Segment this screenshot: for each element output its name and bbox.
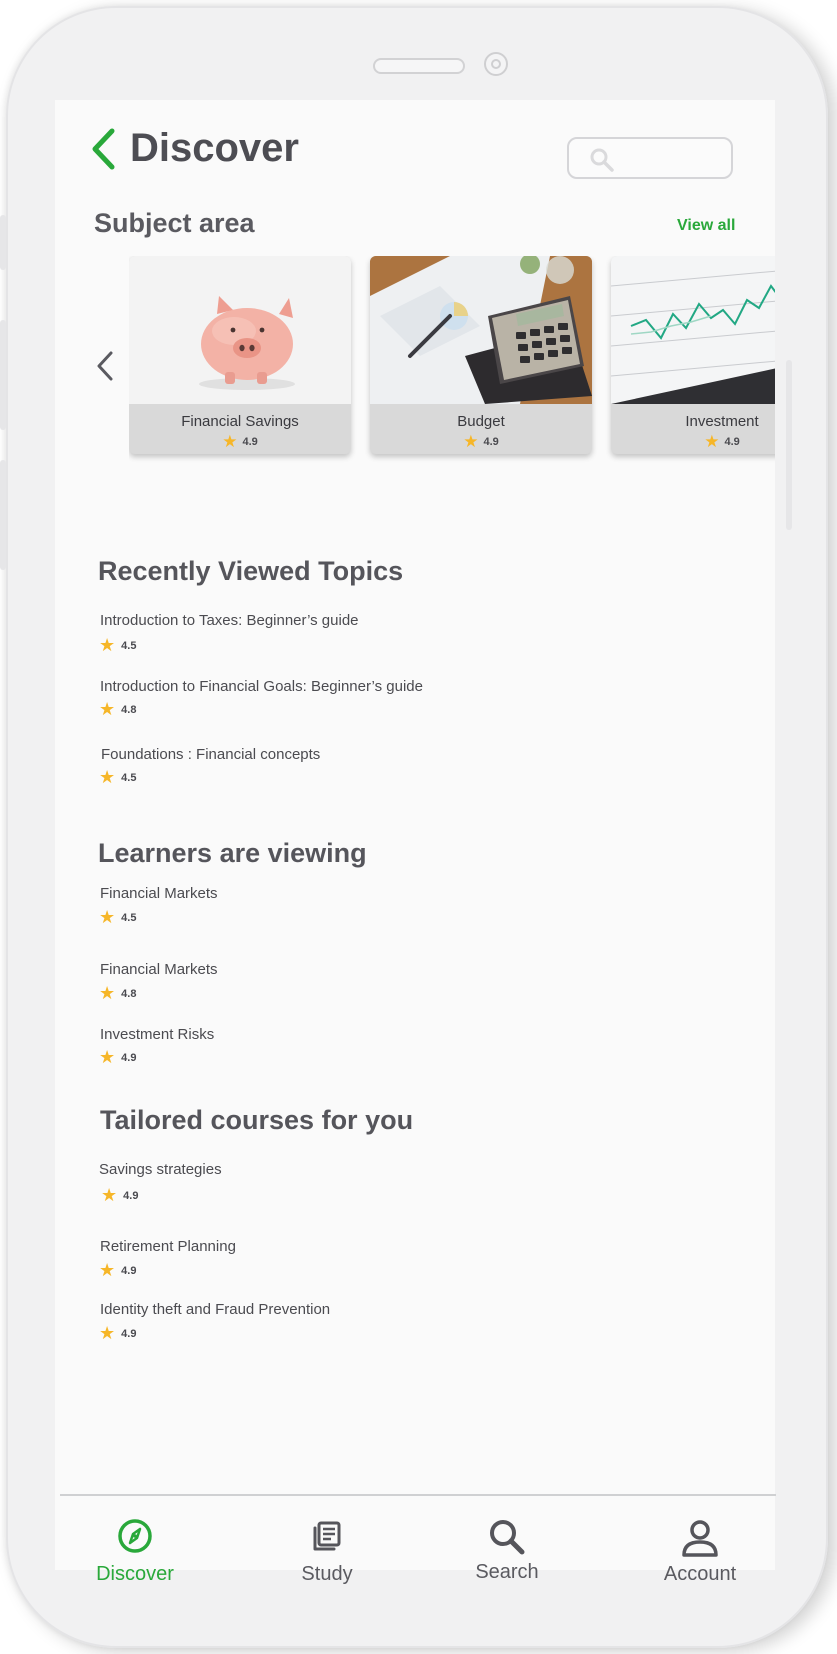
phone-volume-button	[0, 320, 6, 430]
list-item-title: Identity theft and Fraud Prevention	[100, 1301, 331, 1318]
subject-card-budget[interactable]: Budget ★ 4.9	[370, 256, 592, 454]
nav-search[interactable]: Search	[437, 1518, 577, 1584]
subject-area-heading: Subject area	[94, 208, 255, 238]
star-icon: ★	[222, 432, 238, 451]
nav-label: Account	[663, 1563, 737, 1585]
back-button[interactable]	[90, 128, 116, 175]
subject-card-label: Financial Savings	[181, 413, 299, 430]
tailored-courses-heading: Tailored courses for you	[100, 1105, 414, 1135]
nav-label: Study	[301, 1563, 353, 1585]
star-icon: ★	[99, 907, 116, 927]
search-icon	[490, 1520, 525, 1555]
star-icon: ★	[99, 767, 116, 787]
subject-card-label: Investment	[685, 413, 759, 430]
list-item[interactable]: Financial Markets	[100, 961, 218, 978]
calculator-image	[370, 256, 592, 404]
chevron-left-icon	[92, 128, 115, 170]
list-item[interactable]: Retirement Planning	[100, 1238, 236, 1255]
subject-card-financial-savings[interactable]: Financial Savings ★ 4.9	[129, 256, 351, 454]
view-all-link[interactable]: View all	[677, 217, 735, 235]
subject-card-rating: ★ 4.9	[704, 432, 740, 451]
subject-card-rating: ★ 4.9	[222, 432, 258, 451]
list-item-rating: ★ 4.8	[99, 983, 137, 1003]
star-icon: ★	[99, 1260, 116, 1280]
phone-side-button	[786, 360, 792, 530]
list-item-title: Foundations : Financial concepts	[101, 746, 321, 763]
list-item[interactable]: Investment Risks	[100, 1026, 214, 1043]
nav-label: Search	[475, 1561, 539, 1583]
study-icon	[313, 1521, 341, 1551]
search-input[interactable]	[609, 145, 728, 173]
piggy-bank-image	[129, 256, 351, 404]
page-title: Discover	[130, 126, 299, 170]
list-item[interactable]: Identity theft and Fraud Prevention	[100, 1301, 330, 1318]
phone-volume-button	[0, 215, 6, 270]
list-item-rating: ★ 4.8	[99, 699, 137, 719]
nav-discover[interactable]: Discover	[65, 1518, 205, 1586]
list-item-title: Investment Risks	[100, 1026, 215, 1043]
phone-speaker	[373, 58, 465, 74]
subject-carousel: Financial Savings ★ 4.9 Budget ★ 4.9 Inv…	[129, 256, 775, 466]
subject-card-rating: ★ 4.9	[463, 432, 499, 451]
list-item-rating: ★ 4.9	[99, 1047, 137, 1067]
line-chart-image	[611, 256, 775, 404]
list-item-title: Retirement Planning	[100, 1238, 236, 1255]
list-item-title: Financial Markets	[100, 885, 218, 902]
carousel-prev-button[interactable]	[96, 350, 114, 387]
learners-viewing-heading: Learners are viewing	[98, 838, 367, 868]
list-item-title: Financial Markets	[100, 961, 218, 978]
subject-card-label: Budget	[457, 413, 505, 430]
list-item-rating: ★ 4.9	[99, 1323, 137, 1343]
star-icon: ★	[99, 1047, 116, 1067]
nav-account[interactable]: Account	[630, 1518, 770, 1586]
star-icon: ★	[99, 635, 116, 655]
star-icon: ★	[704, 432, 720, 451]
list-item-rating: ★ 4.5	[99, 767, 137, 787]
list-item-rating: ★ 4.9	[99, 1260, 137, 1280]
star-icon: ★	[463, 432, 479, 451]
phone-volume-button	[0, 460, 6, 570]
list-item[interactable]: Savings strategies	[99, 1161, 222, 1178]
list-item-rating: ★ 4.9	[101, 1185, 139, 1205]
list-item-title: Introduction to Taxes: Beginner’s guide	[100, 612, 359, 629]
recently-viewed-heading: Recently Viewed Topics	[98, 556, 404, 586]
list-item[interactable]: Introduction to Taxes: Beginner’s guide	[100, 612, 359, 629]
star-icon: ★	[99, 699, 116, 719]
account-icon	[682, 1520, 718, 1557]
list-item-rating: ★ 4.5	[99, 907, 137, 927]
star-icon: ★	[99, 983, 116, 1003]
chevron-left-icon	[97, 351, 113, 381]
nav-label: Discover	[96, 1563, 174, 1585]
bottom-nav-divider	[60, 1494, 776, 1496]
nav-study[interactable]: Study	[257, 1518, 397, 1586]
star-icon: ★	[101, 1185, 118, 1205]
subject-card-investment[interactable]: Investment ★ 4.9	[611, 256, 775, 454]
phone-camera	[484, 52, 508, 76]
search-field[interactable]	[567, 137, 733, 179]
list-item-title: Savings strategies	[99, 1161, 222, 1178]
list-item[interactable]: Foundations : Financial concepts	[101, 746, 320, 763]
star-icon: ★	[99, 1323, 116, 1343]
list-item[interactable]: Introduction to Financial Goals: Beginne…	[100, 678, 423, 695]
list-item-rating: ★ 4.5	[99, 635, 137, 655]
list-item-title: Introduction to Financial Goals: Beginne…	[100, 678, 423, 695]
list-item[interactable]: Financial Markets	[100, 885, 218, 902]
compass-icon	[118, 1519, 152, 1553]
